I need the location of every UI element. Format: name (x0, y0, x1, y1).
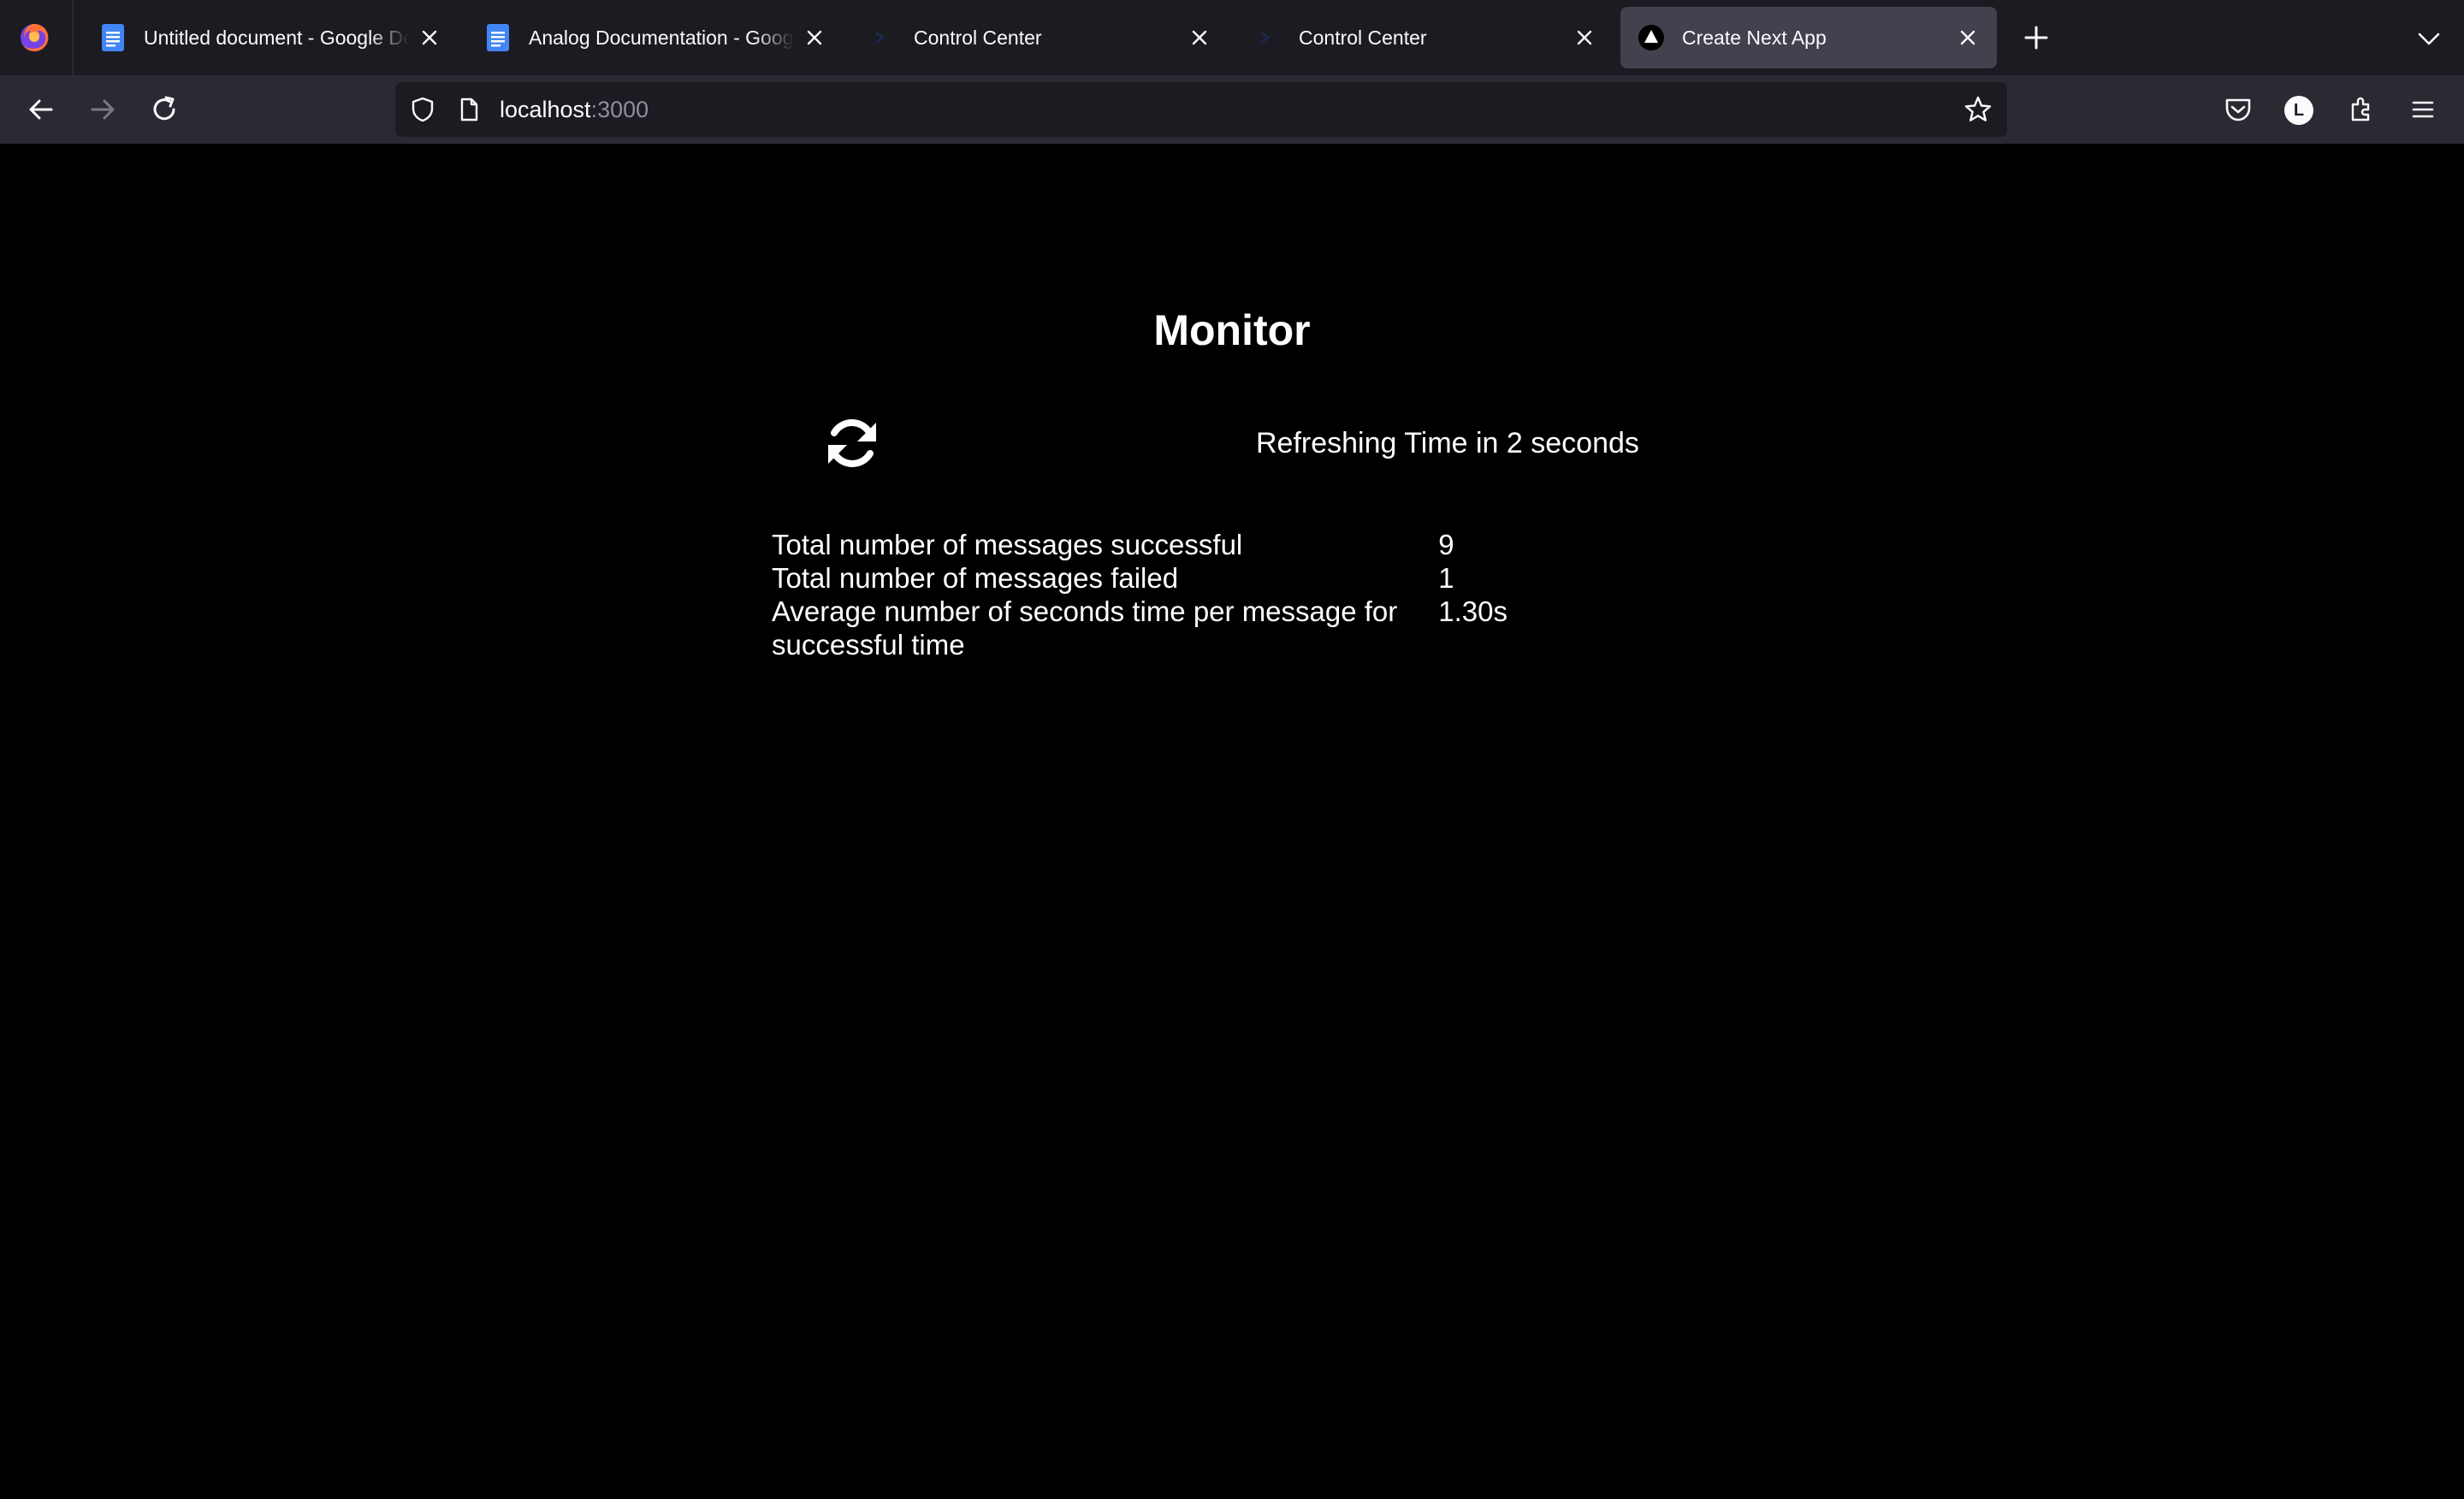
tab-control-center-2[interactable]: Control Center (1237, 7, 1614, 68)
tab-create-next-app[interactable]: Create Next App (1620, 7, 1997, 68)
stat-row-average-time: Average number of seconds time per messa… (772, 595, 1593, 661)
bookmark-star-icon[interactable] (1963, 94, 1993, 125)
stat-row-successful: Total number of messages successful 9 (772, 528, 1593, 561)
page-icon[interactable] (455, 96, 483, 123)
refresh-icon[interactable] (821, 414, 883, 472)
google-docs-icon (102, 24, 124, 51)
forward-arrow-icon[interactable] (86, 92, 120, 127)
refresh-countdown-text: Refreshing Time in 2 seconds (1256, 427, 1639, 459)
page-title: Monitor (1153, 306, 1311, 354)
tab-strip: Untitled document - Google Docs Analog D… (0, 0, 2464, 75)
url-text[interactable]: localhost:3000 (500, 82, 649, 137)
close-icon[interactable] (418, 26, 441, 50)
close-icon[interactable] (803, 26, 826, 50)
url-bar[interactable]: localhost:3000 (395, 82, 2007, 137)
tab-untitled-document[interactable]: Untitled document - Google Docs (82, 7, 459, 68)
url-port: :3000 (590, 97, 649, 122)
firefox-icon[interactable] (17, 21, 51, 55)
reload-icon[interactable] (147, 92, 181, 127)
tab-title: Create Next App (1682, 27, 1827, 49)
close-icon[interactable] (1956, 26, 1980, 50)
close-icon[interactable] (1573, 26, 1596, 50)
menu-icon[interactable] (2406, 92, 2440, 127)
stat-value: 1 (1438, 562, 1454, 594)
tab-analog-documentation[interactable]: Analog Documentation - Google Docs (467, 7, 844, 68)
tab-separator (72, 0, 74, 75)
tab-title: Control Center (914, 27, 1042, 49)
control-center-icon (875, 31, 886, 44)
extensions-icon[interactable] (2344, 92, 2378, 127)
nextjs-icon (1638, 25, 1664, 50)
url-host: localhost (500, 97, 591, 122)
stat-row-failed: Total number of messages failed 1 (772, 561, 1593, 595)
stat-value: 1.30s (1438, 595, 1507, 627)
stat-value: 9 (1438, 529, 1454, 560)
navigation-toolbar: localhost:3000 (0, 75, 2464, 144)
stat-label: Average number of seconds time per messa… (772, 595, 1398, 661)
chevron-down-icon[interactable] (2414, 24, 2443, 53)
stat-label: Total number of messages successful (772, 529, 1243, 560)
control-center-icon (1260, 31, 1270, 44)
back-arrow-icon[interactable] (24, 92, 58, 127)
tab-title: Control Center (1299, 27, 1427, 49)
account-avatar[interactable]: L (2284, 96, 2313, 125)
close-icon[interactable] (1188, 26, 1211, 50)
stat-label: Total number of messages failed (772, 562, 1179, 594)
new-tab-icon[interactable] (2021, 22, 2052, 53)
pocket-icon[interactable] (2221, 92, 2255, 127)
google-docs-icon (487, 24, 509, 51)
stats-table: Total number of messages successful 9 To… (772, 528, 1593, 661)
shield-icon[interactable] (409, 96, 436, 123)
tab-title: Analog Documentation - Google Docs (529, 27, 794, 49)
tab-title: Untitled document - Google Docs (144, 27, 409, 49)
tab-control-center[interactable]: Control Center (852, 7, 1229, 68)
